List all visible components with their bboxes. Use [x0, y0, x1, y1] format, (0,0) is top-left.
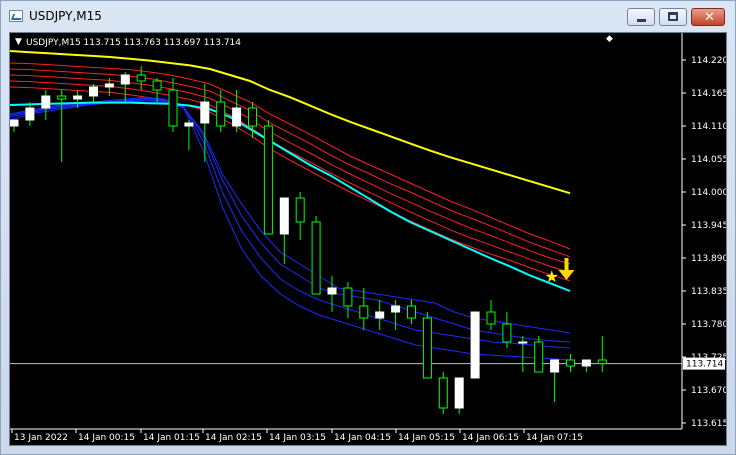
- candle-body[interactable]: [391, 305, 401, 313]
- candle-body[interactable]: [57, 95, 67, 100]
- close-icon: ✕: [704, 10, 715, 25]
- current-price-label: 113.714: [686, 360, 723, 370]
- close-button[interactable]: ✕: [691, 8, 725, 26]
- price-tick-label: 113.780: [691, 320, 726, 330]
- candle-body[interactable]: [438, 377, 448, 409]
- candle-body[interactable]: [216, 101, 226, 127]
- candle-body[interactable]: [502, 323, 512, 343]
- price-tick-label: 114.165: [691, 89, 726, 99]
- price-tick-label: 114.110: [691, 122, 726, 132]
- time-tick-label: 14 Jan 01:15: [143, 433, 200, 443]
- chart-window-icon: [9, 10, 23, 22]
- candle-body[interactable]: [518, 341, 528, 344]
- candle-body[interactable]: [89, 86, 98, 97]
- candlestick-chart[interactable]: ★ 114.220 114.165 114.110 114.055 114.000 113…: [9, 33, 728, 445]
- candle-body[interactable]: [534, 341, 544, 373]
- maximize-icon: [668, 12, 678, 21]
- window-titlebar[interactable]: USDJPY,M15 ✕: [1, 1, 735, 31]
- one-click-trading-icon[interactable]: ◆: [606, 34, 613, 44]
- chart-area[interactable]: ★ 114.220 114.165 114.110 114.055 114.000 113…: [9, 32, 728, 446]
- candle-body[interactable]: [120, 74, 130, 85]
- candle-body[interactable]: [168, 89, 178, 127]
- candle-body[interactable]: [359, 305, 369, 319]
- candle-body[interactable]: [25, 107, 35, 121]
- time-tick-label: 14 Jan 02:15: [205, 433, 262, 443]
- candle-body[interactable]: [470, 311, 480, 379]
- price-tick-label: 113.945: [691, 221, 726, 231]
- candle-body[interactable]: [152, 80, 162, 91]
- minimize-icon: [637, 19, 646, 22]
- candle-body[interactable]: [73, 95, 83, 100]
- price-tick-label: 114.000: [691, 188, 726, 198]
- chart-header-arrow[interactable]: ▼: [15, 37, 22, 47]
- candle-body[interactable]: [343, 287, 353, 307]
- time-tick-label: 14 Jan 06:15: [462, 433, 519, 443]
- star-icon: ★: [545, 267, 559, 286]
- candle-body[interactable]: [200, 101, 210, 124]
- candle-body[interactable]: [327, 287, 337, 295]
- candle-body[interactable]: [566, 359, 575, 367]
- candle-body[interactable]: [9, 119, 19, 127]
- candle-body[interactable]: [41, 95, 51, 109]
- price-tick-label: 114.220: [691, 56, 726, 66]
- candle-body[interactable]: [248, 107, 257, 127]
- ma-cyan-line: [9, 101, 571, 292]
- candle-body[interactable]: [407, 305, 416, 319]
- price-tick-label: 113.890: [691, 254, 726, 264]
- price-tick-label: 114.055: [691, 155, 726, 165]
- candle-body[interactable]: [422, 317, 432, 379]
- candle-body[interactable]: [232, 107, 242, 127]
- candle-body[interactable]: [311, 221, 321, 295]
- ma-blue-line: [9, 97, 571, 349]
- ma-blue-line: [9, 100, 571, 334]
- window-title: USDJPY,M15: [29, 9, 102, 23]
- maximize-button[interactable]: [659, 8, 687, 26]
- ma-red-line: [9, 86, 571, 282]
- candle-body[interactable]: [375, 311, 385, 319]
- candle-body[interactable]: [104, 83, 114, 88]
- time-tick-label: 14 Jan 04:15: [334, 433, 391, 443]
- ma-blue-line: [9, 96, 571, 361]
- candle-body[interactable]: [550, 359, 560, 373]
- time-tick-label: 14 Jan 05:15: [398, 433, 455, 443]
- candle-body[interactable]: [279, 197, 289, 235]
- candle-body[interactable]: [454, 377, 464, 409]
- price-tick-label: 113.835: [691, 287, 726, 297]
- time-tick-label: 14 Jan 03:15: [269, 433, 326, 443]
- candle-body[interactable]: [295, 197, 305, 223]
- chart-window: USDJPY,M15 ✕ ★ 114.220 114.165 114.110 114.…: [0, 0, 736, 455]
- minimize-button[interactable]: [627, 8, 655, 26]
- symbol-info-line: USDJPY,M15 113.715 113.763 113.697 113.7…: [26, 38, 241, 48]
- time-tick-label: 14 Jan 07:15: [526, 433, 583, 443]
- price-tick-label: 113.670: [691, 386, 726, 396]
- ma-red-line: [9, 80, 571, 273]
- time-tick-label: 14 Jan 00:15: [78, 433, 135, 443]
- ma-yellow-line: [9, 50, 571, 195]
- candle-body[interactable]: [136, 74, 146, 82]
- candle-body[interactable]: [597, 359, 607, 365]
- price-tick-label: 113.615: [691, 419, 726, 429]
- candle-body[interactable]: [184, 122, 194, 127]
- candle-body[interactable]: [581, 359, 591, 367]
- ma-blue-line: [9, 99, 571, 343]
- time-tick-label: 13 Jan 2022: [14, 433, 68, 443]
- candle-body[interactable]: [486, 311, 496, 325]
- candle-body[interactable]: [263, 125, 273, 235]
